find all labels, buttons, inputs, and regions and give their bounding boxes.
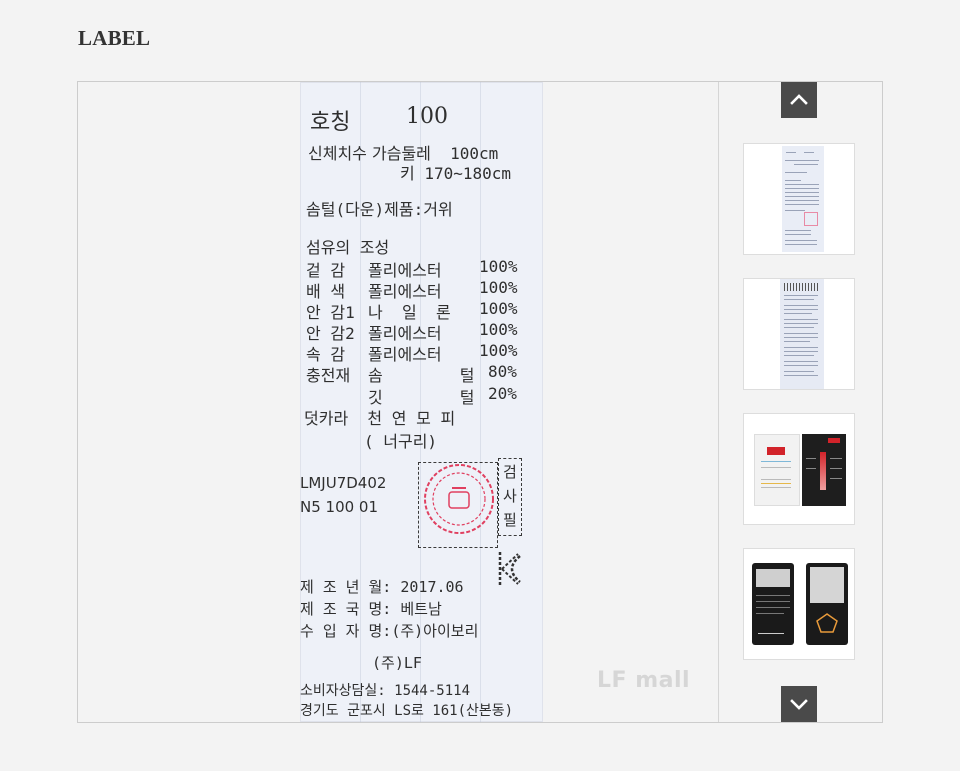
lf-mall-watermark: LF mall (597, 668, 691, 693)
importer: 수 입 자 명:(주)아이보리 (300, 622, 479, 640)
section-title: LABEL (78, 26, 151, 50)
fiber-part: 충전재 (306, 366, 351, 385)
down-product: 솜털(다운)제품:거위 (306, 200, 453, 219)
thumbnail-image (754, 434, 800, 506)
fiber-pct: 100% (479, 320, 518, 339)
thumbnail-rail (719, 82, 882, 722)
fiber-pct: 100% (479, 299, 518, 318)
style-code: LMJU7D402 (300, 474, 387, 492)
height-line: 키 170~180cm (400, 164, 512, 183)
chevron-up-icon (790, 94, 808, 105)
fiber-pct: 80% (488, 362, 517, 381)
thumbnail-care-label-front[interactable] (743, 143, 855, 255)
collar-sub: ( 너구리) (364, 432, 438, 451)
thumbnail-image (802, 434, 846, 506)
scroll-up-button[interactable] (781, 82, 817, 118)
image-viewer: 호칭 100 신체치수 가슴둘레 100cm 키 170~180cm 솜털(다운… (77, 81, 883, 723)
fiber-pct: 100% (479, 257, 518, 276)
pentagon-icon (816, 613, 838, 633)
thumbnail-care-label-back[interactable] (743, 278, 855, 390)
main-image: 호칭 100 신체치수 가슴둘레 100cm 키 170~180cm 솜털(다운… (78, 82, 718, 722)
thumbnail-3m-thinsulate-tag[interactable] (743, 413, 855, 525)
scroll-down-button[interactable] (781, 686, 817, 722)
fiber-pct: 20% (488, 384, 517, 403)
style-code-2: N5 100 01 (300, 498, 379, 516)
thumbnail-image (782, 146, 824, 252)
thumbnail-image (780, 279, 824, 389)
thumbnail-goose-down-tag[interactable] (743, 548, 855, 660)
fiber-title: 섬유의 조성 (306, 238, 390, 257)
mfg-country: 제 조 국 명: 베트남 (300, 600, 442, 618)
fiber-pct: 100% (479, 278, 518, 297)
lf-seal-icon (424, 464, 494, 534)
size-label: 호칭 (310, 110, 351, 135)
company: (주)LF (372, 654, 422, 672)
inspection-box (498, 458, 522, 536)
mfg-date: 제 조 년 월: 2017.06 (300, 578, 464, 596)
thumbnail-image (752, 563, 794, 645)
body-size-label: 신체치수 (308, 144, 367, 163)
thumbnail-image (806, 563, 848, 645)
care-label-image: 호칭 100 신체치수 가슴둘레 100cm 키 170~180cm 솜털(다운… (300, 82, 543, 722)
chevron-down-icon (790, 699, 808, 710)
address: 경기도 군포시 LS로 161(산본동) (300, 703, 514, 719)
fiber-pct: 100% (479, 341, 518, 360)
collar-line: 덧카라 천 연 모 피 (304, 409, 456, 428)
consumer-center: 소비자상담실: 1544-5114 (300, 683, 470, 699)
size-value: 100 (406, 104, 448, 129)
fiber-material: 솜 털 (368, 366, 475, 385)
kc-mark-icon (498, 552, 521, 586)
